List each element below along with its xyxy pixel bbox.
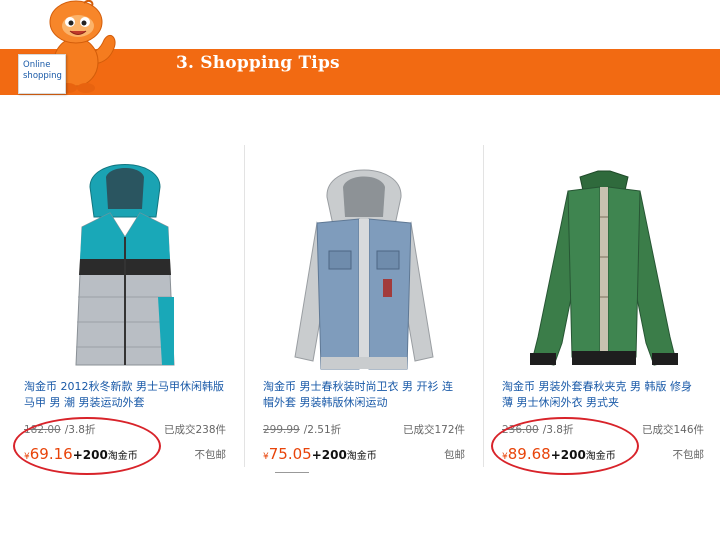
product-card-1[interactable]: 淘金币 2012秋冬新款 男士马甲休闲韩版 马甲 男 潮 男装运动外套 182.… xyxy=(10,141,245,475)
product-card-2[interactable]: 淘金币 男士春秋装时尚卫衣 男 开衫 连帽外套 男装韩版休闲运动 299.99/… xyxy=(249,141,484,473)
card-divider xyxy=(244,145,245,467)
sold-count: 已成交172件 xyxy=(402,424,465,436)
price-underline xyxy=(275,472,309,473)
shipping-info: 不包邮 xyxy=(672,449,705,461)
coin-amount: +200 xyxy=(311,448,347,462)
product-image-vest[interactable] xyxy=(20,147,230,375)
shipping-info: 不包邮 xyxy=(194,449,227,461)
product-card-3[interactable]: 淘金币 男装外套春秋夹克 男 韩版 修身薄 男士休闲外衣 男式夹 236.00/… xyxy=(488,141,716,475)
highlight-circle xyxy=(13,417,161,475)
price-info-row: 299.99/2.51折 已成交172件 xyxy=(263,422,467,438)
logo-card: Online shopping xyxy=(18,54,66,94)
product-image-hoodie-jacket[interactable] xyxy=(259,147,469,375)
product-image-green-jacket[interactable] xyxy=(498,147,708,375)
product-title[interactable]: 淘金币 男装外套春秋夹克 男 韩版 修身薄 男士休闲外衣 男式夹 xyxy=(502,379,702,411)
sale-price: 75.05 xyxy=(268,445,312,463)
card-divider xyxy=(483,145,484,467)
page-title: 3. Shopping Tips xyxy=(176,53,340,73)
product-title[interactable]: 淘金币 男士春秋装时尚卫衣 男 开衫 连帽外套 男装韩版休闲运动 xyxy=(263,379,463,411)
shipping-info: 包邮 xyxy=(444,449,465,461)
product-title[interactable]: 淘金币 2012秋冬新款 男士马甲休闲韩版 马甲 男 潮 男装运动外套 xyxy=(24,379,224,411)
highlight-circle xyxy=(491,417,639,475)
sale-price-row: ¥75.05+200淘金币 包邮 xyxy=(263,444,467,464)
coin-label: 淘金币 xyxy=(346,451,377,462)
discount-rate: /2.51折 xyxy=(303,424,342,436)
sold-count: 已成交146件 xyxy=(641,424,704,436)
logo-line-2: shopping xyxy=(23,71,62,81)
sold-count: 已成交238件 xyxy=(163,424,226,436)
logo-line-1: Online xyxy=(23,60,51,70)
original-price: 299.99 xyxy=(263,424,300,436)
